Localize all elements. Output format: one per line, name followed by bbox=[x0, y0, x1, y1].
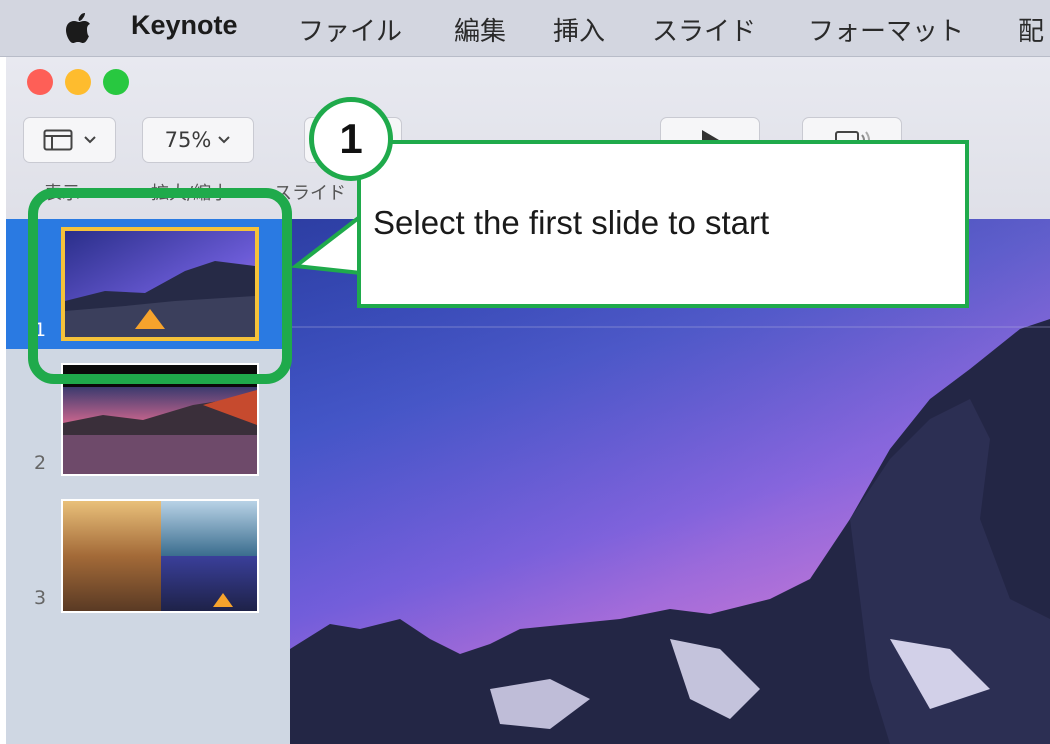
menu-bar: Keynote ファイル 編集 挿入 スライド フォーマット 配 bbox=[0, 0, 1050, 57]
menu-file[interactable]: ファイル bbox=[298, 11, 402, 48]
slide-thumbnail-3[interactable] bbox=[61, 499, 259, 613]
close-button[interactable] bbox=[27, 69, 53, 95]
view-button[interactable] bbox=[23, 117, 116, 163]
slide-number: 3 bbox=[34, 587, 47, 609]
menu-edit[interactable]: 編集 bbox=[454, 11, 506, 48]
zoom-button[interactable] bbox=[103, 69, 129, 95]
minimize-button[interactable] bbox=[65, 69, 91, 95]
menu-insert[interactable]: 挿入 bbox=[553, 11, 605, 48]
chevron-down-icon bbox=[83, 136, 96, 144]
menu-app-name[interactable]: Keynote bbox=[131, 10, 238, 41]
chevron-down-icon bbox=[218, 136, 231, 144]
zoom-select[interactable]: 75% bbox=[142, 117, 254, 163]
view-icon bbox=[43, 129, 72, 151]
apple-icon[interactable] bbox=[64, 12, 92, 44]
slide-3-image bbox=[63, 501, 257, 611]
slide-number: 2 bbox=[34, 452, 47, 474]
menu-slide[interactable]: スライド bbox=[652, 11, 756, 48]
menu-format[interactable]: フォーマット bbox=[808, 11, 964, 48]
callout-pointer bbox=[290, 211, 364, 278]
callout-text: Select the first slide to start bbox=[373, 204, 770, 241]
menu-arrange[interactable]: 配 bbox=[1018, 11, 1044, 48]
zoom-value: 75% bbox=[164, 128, 212, 152]
slide-1-highlight bbox=[28, 188, 292, 384]
step-badge: 1 bbox=[309, 97, 393, 181]
